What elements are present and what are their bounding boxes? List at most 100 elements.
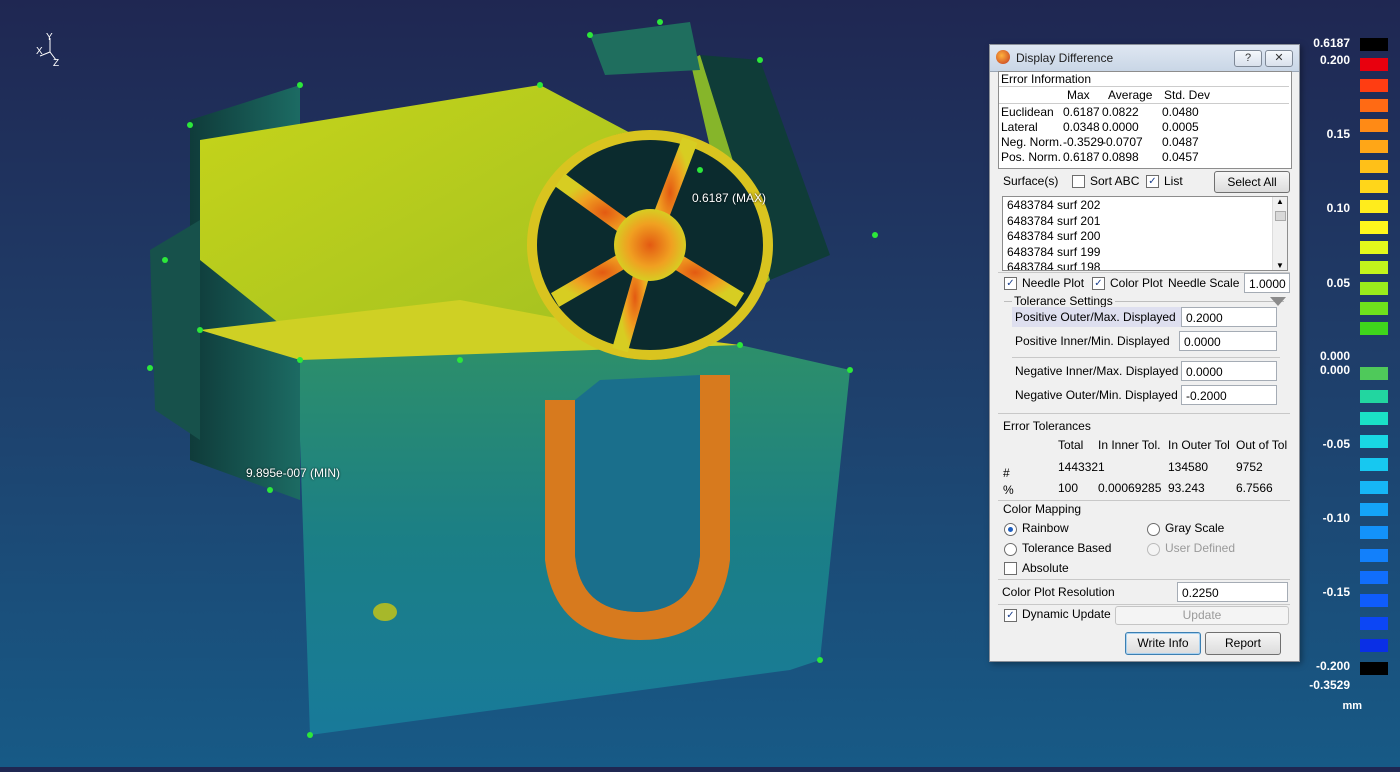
scroll-thumb[interactable] bbox=[1275, 211, 1286, 221]
neg-outer-input[interactable]: -0.2000 bbox=[1181, 385, 1277, 405]
max-label: 0.6187 (MAX) bbox=[692, 191, 767, 205]
absolute-checkbox[interactable] bbox=[1004, 562, 1017, 575]
needle-scale-label: Needle Scale bbox=[1168, 276, 1240, 290]
surface-list-item[interactable]: 6483784 surf 202 bbox=[1007, 198, 1100, 212]
legend-swatch bbox=[1360, 159, 1388, 173]
error-cell: -0.0707 bbox=[1102, 135, 1143, 149]
color-legend: 0.6187 0.200 0.15 0.10 0.05 0.000 0.000 … bbox=[1300, 0, 1400, 767]
col-std-dev: Std. Dev bbox=[1164, 88, 1211, 102]
rainbow-radio[interactable] bbox=[1004, 523, 1017, 536]
dynamic-update-label: Dynamic Update bbox=[1022, 607, 1111, 621]
legend-swatch bbox=[1360, 220, 1388, 234]
legend-label-min: -0.3529 bbox=[1309, 678, 1350, 692]
error-cell: 0.0822 bbox=[1102, 105, 1139, 119]
sort-abc-checkbox[interactable] bbox=[1072, 175, 1085, 188]
error-cell: 0.0000 bbox=[1102, 120, 1139, 134]
error-cell: 0.0898 bbox=[1102, 150, 1139, 164]
legend-label-0200: 0.200 bbox=[1319, 53, 1350, 67]
legend-swatch bbox=[1360, 412, 1388, 426]
neg-outer-label: Negative Outer/Min. Displayed bbox=[1015, 388, 1178, 402]
list-checkbox[interactable]: ✓ bbox=[1146, 175, 1159, 188]
error-cell: 0.0348 bbox=[1063, 120, 1100, 134]
color-plot-label: Color Plot bbox=[1110, 276, 1163, 290]
surface-list-item[interactable]: 6483784 surf 200 bbox=[1007, 229, 1100, 243]
count-in-inner: 1 bbox=[1098, 460, 1105, 474]
surface-list-item[interactable]: 6483784 surf 198 bbox=[1007, 260, 1100, 270]
write-info-button[interactable]: Write Info bbox=[1125, 632, 1201, 655]
help-button[interactable]: ? bbox=[1234, 50, 1262, 67]
select-all-button[interactable]: Select All bbox=[1214, 171, 1290, 193]
legend-swatch bbox=[1360, 139, 1388, 153]
part-model bbox=[147, 19, 878, 738]
needle-plot-label: Needle Plot bbox=[1022, 276, 1085, 290]
legend-swatch bbox=[1360, 119, 1388, 133]
col-max: Max bbox=[1067, 88, 1090, 102]
collapse-arrow-icon[interactable] bbox=[1270, 297, 1286, 306]
legend-swatch bbox=[1360, 78, 1388, 92]
error-cell: -0.3529 bbox=[1063, 135, 1104, 149]
update-button[interactable]: Update bbox=[1115, 606, 1289, 625]
neg-inner-input[interactable]: 0.0000 bbox=[1181, 361, 1277, 381]
legend-label-max: 0.6187 bbox=[1313, 36, 1350, 50]
error-row-label: Lateral bbox=[1001, 120, 1038, 134]
tolerance-settings-heading: Tolerance Settings bbox=[1012, 294, 1115, 308]
surface-list[interactable]: 6483784 surf 202 6483784 surf 201 6483784 … bbox=[1002, 196, 1288, 271]
legend-label-005: 0.05 bbox=[1326, 276, 1350, 290]
pos-inner-input[interactable]: 0.0000 bbox=[1179, 331, 1277, 351]
surface-list-item[interactable]: 6483784 surf 199 bbox=[1007, 245, 1100, 259]
error-tolerances-heading: Error Tolerances bbox=[1003, 419, 1091, 433]
error-cell: 0.0457 bbox=[1162, 150, 1199, 164]
legend-unit: mm bbox=[1342, 700, 1362, 712]
close-button[interactable]: ✕ bbox=[1265, 50, 1293, 67]
scroll-down-icon[interactable]: ▼ bbox=[1273, 261, 1287, 270]
legend-label-010: 0.10 bbox=[1326, 201, 1350, 215]
legend-label-015: 0.15 bbox=[1326, 127, 1350, 141]
error-cell: 0.0005 bbox=[1162, 120, 1199, 134]
legend-label-zero-neg: 0.000 bbox=[1319, 363, 1350, 377]
gray-scale-label: Gray Scale bbox=[1165, 521, 1225, 535]
legend-swatch bbox=[1360, 261, 1388, 275]
legend-swatch bbox=[1360, 200, 1388, 214]
count-total: 144332 bbox=[1058, 460, 1099, 474]
3d-viewport[interactable]: Y X Z 0.6187 (MAX) 9.895e-007 (MIN) bbox=[0, 0, 990, 767]
app-icon bbox=[996, 50, 1010, 64]
legend-swatch bbox=[1360, 389, 1388, 403]
legend-swatch bbox=[1360, 480, 1388, 494]
list-scrollbar[interactable]: ▲ ▼ bbox=[1272, 197, 1287, 270]
user-defined-label: User Defined bbox=[1165, 541, 1236, 555]
dialog-titlebar[interactable]: Display Difference ? ✕ bbox=[990, 45, 1299, 72]
scroll-up-icon[interactable]: ▲ bbox=[1273, 197, 1287, 206]
pct-out-of-tol: 6.7566 bbox=[1236, 481, 1273, 495]
pct-in-inner: 0.00069285 bbox=[1098, 481, 1162, 495]
display-difference-dialog: Display Difference ? ✕ Error Information… bbox=[989, 44, 1300, 662]
list-label: List bbox=[1164, 174, 1183, 188]
legend-swatch bbox=[1360, 301, 1388, 315]
pct-in-outer: 93.243 bbox=[1168, 481, 1205, 495]
report-button[interactable]: Report bbox=[1205, 632, 1281, 655]
color-mapping-heading: Color Mapping bbox=[1003, 502, 1082, 516]
legend-swatch bbox=[1360, 594, 1388, 607]
resolution-input[interactable]: 0.2250 bbox=[1177, 582, 1288, 602]
error-cell: 0.0480 bbox=[1162, 105, 1199, 119]
legend-swatch bbox=[1360, 322, 1388, 336]
surface-list-item[interactable]: 6483784 surf 201 bbox=[1007, 214, 1100, 228]
color-plot-checkbox[interactable]: ✓ bbox=[1092, 277, 1105, 290]
legend-swatch bbox=[1360, 180, 1388, 194]
dialog-title: Display Difference bbox=[1016, 51, 1114, 65]
error-cell: 0.6187 bbox=[1063, 150, 1100, 164]
error-row-label: Euclidean bbox=[1001, 105, 1054, 119]
col-total: Total bbox=[1058, 438, 1084, 452]
tolerance-based-radio[interactable] bbox=[1004, 543, 1017, 556]
legend-label-n015: -0.15 bbox=[1322, 585, 1350, 599]
legend-swatch bbox=[1360, 367, 1388, 380]
legend-swatch bbox=[1360, 58, 1388, 72]
tolerance-based-label: Tolerance Based bbox=[1022, 541, 1112, 555]
needle-scale-input[interactable]: 1.0000 bbox=[1244, 273, 1290, 293]
needle-plot-checkbox[interactable]: ✓ bbox=[1004, 277, 1017, 290]
gray-scale-radio[interactable] bbox=[1147, 523, 1160, 536]
pos-outer-input[interactable]: 0.2000 bbox=[1181, 307, 1277, 327]
count-out-of-tol: 9752 bbox=[1236, 460, 1263, 474]
legend-label-zero-pos: 0.000 bbox=[1319, 349, 1350, 363]
resolution-label: Color Plot Resolution bbox=[1002, 585, 1115, 599]
dynamic-update-checkbox[interactable]: ✓ bbox=[1004, 609, 1017, 622]
